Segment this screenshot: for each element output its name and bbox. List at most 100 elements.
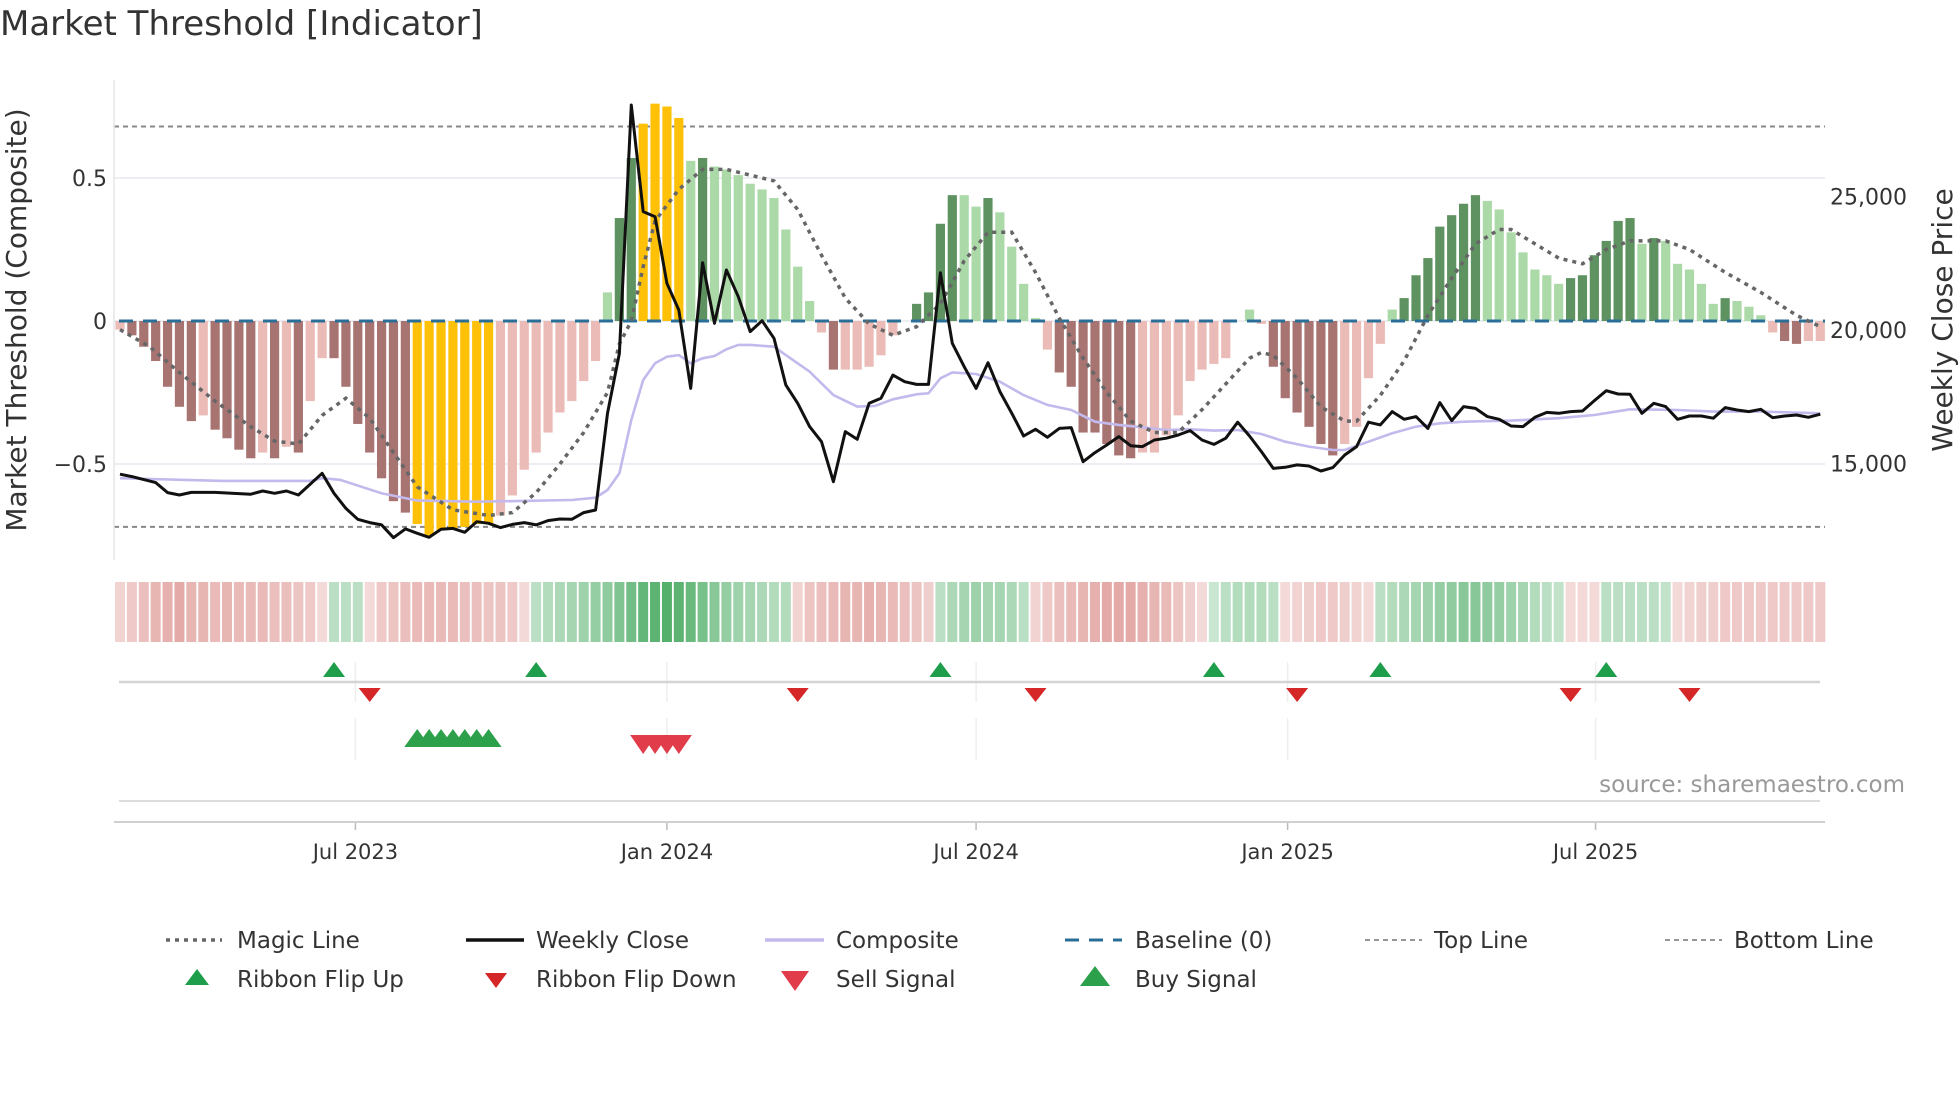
ribbon-cell: [685, 582, 696, 642]
histogram-bar: [1565, 278, 1576, 321]
histogram-bar: [1351, 321, 1362, 427]
ribbon-cell: [1767, 582, 1778, 642]
ribbon-cell: [1018, 582, 1029, 642]
histogram-bar: [686, 160, 696, 321]
ribbon-cell: [126, 582, 137, 642]
histogram-bar: [995, 212, 1005, 321]
legend-flip-up-icon: [185, 969, 209, 985]
ribbon-cell: [1446, 582, 1457, 642]
legend-sell-icon: [781, 971, 809, 991]
ribbon-cell: [1006, 582, 1017, 642]
histogram-bar: [1589, 255, 1599, 321]
histogram-bar: [1340, 321, 1350, 444]
ribbon-cell: [1506, 582, 1517, 642]
histogram-bar: [852, 321, 862, 370]
legend-flip-up: Ribbon Flip Up: [237, 967, 404, 993]
ribbon-cell: [1137, 582, 1148, 642]
ribbon-cell: [875, 582, 886, 642]
ribbon-cell: [436, 582, 447, 642]
ribbon-cell: [745, 582, 756, 642]
ribbon-cell: [1208, 582, 1219, 642]
histogram-bar: [460, 321, 470, 527]
ribbon-cell: [1696, 582, 1707, 642]
ribbon-cell: [899, 582, 910, 642]
ribbon-cell: [150, 582, 161, 642]
ribbon-cell: [1660, 582, 1671, 642]
histogram-bar: [805, 300, 815, 321]
ribbon-cell: [697, 582, 708, 642]
ribbon-cell: [1529, 582, 1540, 642]
composite-line: [119, 343, 1821, 504]
histogram-bar: [591, 321, 601, 362]
histogram-bar: [293, 321, 303, 453]
ribbon-flip-down-marker: [358, 688, 381, 702]
histogram-bar: [412, 321, 422, 525]
legend-top-line: Top Line: [1433, 928, 1528, 954]
ribbon-cell: [1482, 582, 1493, 642]
histogram-bar: [650, 103, 660, 321]
histogram-bar: [1744, 306, 1754, 321]
y-tick-label: −0.5: [54, 453, 107, 478]
ribbon-cell: [1375, 582, 1386, 642]
histogram-bar: [555, 321, 565, 413]
histogram-bar: [222, 321, 232, 439]
histogram-bar: [1209, 321, 1219, 364]
histogram-bar: [757, 189, 767, 321]
histogram-bar: [174, 321, 185, 407]
ribbon-cell: [1066, 582, 1077, 642]
ribbon-cell: [1494, 582, 1505, 642]
y-right-tick-label: 15,000: [1830, 452, 1907, 477]
ribbon-cell: [1292, 582, 1303, 642]
histogram-bar: [1447, 215, 1457, 321]
ribbon-cell: [590, 582, 601, 642]
histogram-bar: [864, 321, 874, 367]
ribbon-cell: [566, 582, 577, 642]
y-right-tick-label: 20,000: [1830, 319, 1907, 344]
histogram-bar: [1625, 218, 1635, 321]
ribbon-cell: [1196, 582, 1207, 642]
ribbon-cell: [1601, 582, 1612, 642]
histogram-bar: [1197, 321, 1207, 370]
ribbon-cell: [840, 582, 851, 642]
ribbon-cell: [828, 582, 839, 642]
ribbon-cell: [245, 582, 256, 642]
ribbon-cell: [1565, 582, 1576, 642]
histogram-bar: [793, 266, 803, 321]
histogram-bar: [1375, 321, 1385, 344]
ribbon-cell: [947, 582, 958, 642]
histogram-bar: [400, 321, 410, 513]
ribbon-cell: [780, 582, 791, 642]
ribbon-cell: [650, 582, 661, 642]
ribbon-cell: [1577, 582, 1588, 642]
ribbon-flip-up-marker: [525, 662, 548, 677]
axes: 0.5 0 −0.5 25,000 20,000 15,000 Market Thresho…: [0, 80, 1959, 864]
ribbon-cell: [1470, 582, 1481, 642]
histogram-bar: [365, 321, 375, 453]
ribbon-cell: [1327, 582, 1338, 642]
ribbon-cell: [543, 582, 554, 642]
ribbon-cell: [709, 582, 720, 642]
histogram-bar: [329, 321, 339, 359]
histogram-bar: [519, 321, 529, 470]
ribbon-flip-up-marker: [1369, 662, 1392, 677]
y-tick-label: 0.5: [72, 167, 107, 192]
ribbon-cell: [400, 582, 411, 642]
ribbon-cell: [1434, 582, 1445, 642]
histogram-bar: [1684, 269, 1695, 321]
ribbon-cell: [661, 582, 672, 642]
ribbon-cell: [721, 582, 732, 642]
ribbon-cell: [447, 582, 458, 642]
histogram-bar: [1244, 309, 1255, 321]
x-tick-label: Jan 2024: [619, 840, 714, 864]
histogram-bar: [1768, 321, 1778, 333]
chart: 0.5 0 −0.5 25,000 20,000 15,000 Market Thresho…: [0, 80, 1959, 993]
histogram-bar: [1387, 309, 1397, 321]
histogram-bar: [1780, 321, 1790, 342]
ribbon-cell: [1815, 582, 1826, 642]
histogram-bar: [1732, 300, 1742, 321]
ribbon-cell: [614, 582, 625, 642]
histogram-bar: [1470, 195, 1481, 321]
histogram-bar: [472, 321, 482, 525]
histogram-bar: [1720, 298, 1730, 321]
ribbon-flip-down-marker: [1559, 688, 1582, 702]
